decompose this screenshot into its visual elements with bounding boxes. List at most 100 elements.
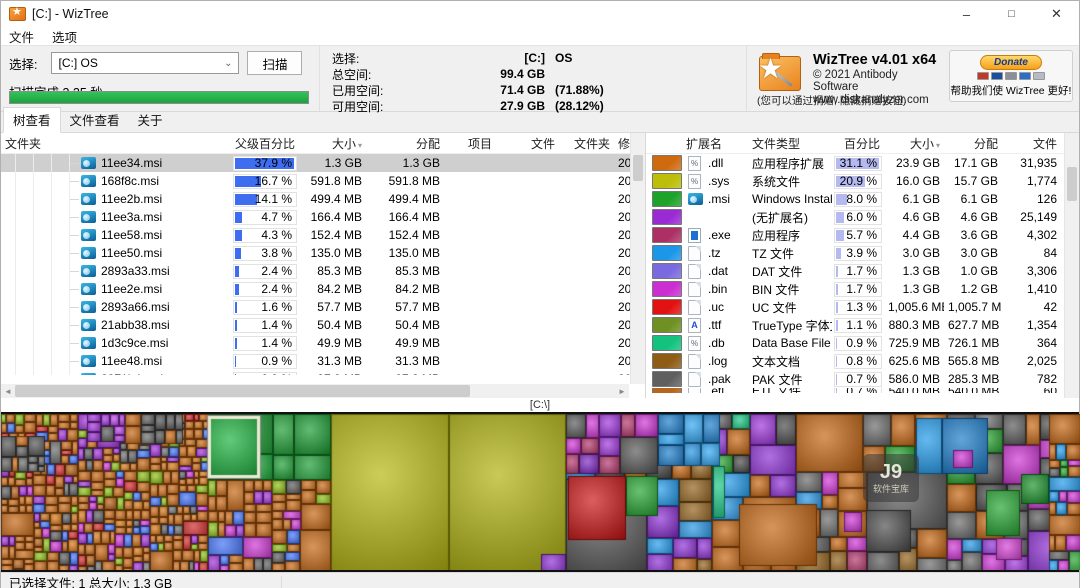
col-size[interactable]: 大小▾ xyxy=(299,135,366,152)
alloc-value: 15.7 GB xyxy=(944,174,1002,188)
list-item[interactable]: %.dbData Base File0.9 %725.9 MB726.1 MB3… xyxy=(646,334,1079,352)
treemap-color-swatch xyxy=(652,299,682,315)
wiztree-window: [C:] - WizTree – □ ✕ 文件 选项 选择: [C:] OS ⌄… xyxy=(0,0,1080,588)
file-name: 2871b4.msi xyxy=(101,372,163,375)
wiztree-logo-icon: ★ xyxy=(757,53,803,95)
list-item[interactable]: .msiWindows Installer8.0 %6.1 GB6.1 GB12… xyxy=(646,190,1079,208)
table-row[interactable]: 168f8c.msi16.7 %591.8 MB591.8 MB2021 xyxy=(1,172,645,190)
close-button[interactable]: ✕ xyxy=(1034,1,1079,27)
table-row[interactable]: 1d3c9ce.msi1.4 %49.9 MB49.9 MB2021 xyxy=(1,334,645,352)
list-item[interactable]: (无扩展名)6.0 %4.6 GB4.6 GB25,149 xyxy=(646,208,1079,226)
files-count: 3,306 xyxy=(1002,264,1061,278)
size-value: 1.3 GB xyxy=(884,282,944,296)
filetype-name: (无扩展名) xyxy=(748,209,832,226)
alloc-value: 152.4 MB xyxy=(366,228,444,242)
col-parent-percent[interactable]: 父级百分比 xyxy=(231,135,299,152)
col-folder[interactable]: 文件夹 xyxy=(1,135,231,152)
file-name: 11ee34.msi xyxy=(101,156,162,170)
treemap-color-swatch xyxy=(652,209,682,225)
tab-文件查看[interactable]: 文件查看 xyxy=(61,108,129,132)
scan-button[interactable]: 扫描 xyxy=(247,51,302,75)
filetype-name: DAT 文件 xyxy=(748,263,832,280)
size-value: 166.4 MB xyxy=(299,210,366,224)
list-item[interactable]: .datDAT 文件1.7 %1.3 GB1.0 GB3,306 xyxy=(646,262,1079,280)
doc-file-icon xyxy=(688,354,701,369)
free-space-value: 27.9 GB xyxy=(427,99,545,113)
size-value: 27.8 MB xyxy=(299,372,366,375)
table-row[interactable]: 11ee3a.msi4.7 %166.4 MB166.4 MB2021 xyxy=(1,208,645,226)
list-item[interactable]: %.sys系统文件20.9 %16.0 GB15.7 GB1,774 xyxy=(646,172,1079,190)
percent-value: 8.0 % xyxy=(846,192,881,206)
file-name: 11ee3a.msi xyxy=(101,210,162,224)
minimize-button[interactable]: – xyxy=(944,1,989,27)
filetype-name: TZ 文件 xyxy=(748,245,832,262)
col-ext-size[interactable]: 大小▾ xyxy=(884,135,944,152)
alloc-value: 540.0 MB xyxy=(944,388,1002,393)
size-value: 49.9 MB xyxy=(299,336,366,350)
extension-name: .msi xyxy=(704,192,748,206)
list-item[interactable]: .etlETL 文件0.7 %540.0 MB540.0 MB60 xyxy=(646,388,1079,393)
tab-关于[interactable]: 关于 xyxy=(129,108,172,132)
doc-file-icon xyxy=(688,246,701,261)
menu-file[interactable]: 文件 xyxy=(9,27,34,46)
table-row[interactable]: 2893a66.msi1.6 %57.7 MB57.7 MB2021 xyxy=(1,298,645,316)
extension-name: .tz xyxy=(704,246,748,260)
tree-vertical-scrollbar[interactable] xyxy=(630,133,645,384)
drive-select-value: [C:] OS xyxy=(58,56,97,70)
maximize-button[interactable]: □ xyxy=(989,1,1034,27)
donate-button[interactable]: Donate xyxy=(980,55,1042,70)
file-name: 1d3c9ce.msi xyxy=(101,336,168,350)
list-item[interactable]: %.dll应用程序扩展31.1 %23.9 GB17.1 GB31,935 xyxy=(646,154,1079,172)
select-label: 选择: xyxy=(9,54,37,73)
list-item[interactable]: .ucUC 文件1.3 %1,005.6 MB1,005.7 MB42 xyxy=(646,298,1079,316)
tree-horizontal-scrollbar[interactable]: ◄ ► xyxy=(1,384,629,398)
treemap[interactable]: J9 软件宝库 xyxy=(1,412,1079,572)
list-item[interactable]: A.ttfTrueType 字体文件1.1 %880.3 MB627.7 MB1… xyxy=(646,316,1079,334)
files-count: 4,302 xyxy=(1002,228,1061,242)
percent-value: 20.9 % xyxy=(840,174,881,188)
percent-value: 0.8 % xyxy=(846,354,881,368)
col-folders[interactable]: 文件夹 xyxy=(559,135,614,152)
table-row[interactable]: 11ee50.msi3.8 %135.0 MB135.0 MB2021 xyxy=(1,244,645,262)
msi-file-icon xyxy=(81,265,96,277)
table-row[interactable]: 21abb38.msi1.4 %50.4 MB50.4 MB2021 xyxy=(1,316,645,334)
table-row[interactable]: 2893a33.msi2.4 %85.3 MB85.3 MB2021 xyxy=(1,262,645,280)
col-extension[interactable]: 扩展名 xyxy=(682,135,748,152)
table-row[interactable]: 11ee48.msi0.9 %31.3 MB31.3 MB2021 xyxy=(1,352,645,370)
col-alloc[interactable]: 分配 xyxy=(366,135,444,152)
list-item[interactable]: .binBIN 文件1.7 %1.3 GB1.2 GB1,410 xyxy=(646,280,1079,298)
treemap-root-label: [C:\] xyxy=(1,398,1079,412)
list-item[interactable]: .tzTZ 文件3.9 %3.0 GB3.0 GB84 xyxy=(646,244,1079,262)
col-filetype[interactable]: 文件类型 xyxy=(748,135,832,152)
alloc-value: 3.0 GB xyxy=(944,246,1002,260)
filetype-name: 应用程序扩展 xyxy=(748,155,832,172)
table-row[interactable]: 11ee2b.msi14.1 %499.4 MB499.4 MB2021 xyxy=(1,190,645,208)
list-item[interactable]: .log文本文档0.8 %625.6 MB565.8 MB2,025 xyxy=(646,352,1079,370)
file-name: 21abb38.msi xyxy=(101,318,170,332)
file-name: 2893a66.msi xyxy=(101,300,170,314)
ext-vertical-scrollbar[interactable] xyxy=(1064,133,1079,398)
disc-file-icon xyxy=(688,193,703,205)
total-space-label: 总空间: xyxy=(332,66,427,83)
table-row[interactable]: 2871b4.msi0.9 %27.8 MB27.8 MB2021 xyxy=(1,370,645,375)
table-row[interactable]: 11ee58.msi4.3 %152.4 MB152.4 MB2021 xyxy=(1,226,645,244)
table-row[interactable]: 11ee34.msi37.9 %1.3 GB1.3 GB2021 xyxy=(1,154,645,172)
file-name: 11ee2e.msi xyxy=(101,282,162,296)
drive-select[interactable]: [C:] OS ⌄ xyxy=(51,52,239,74)
col-percent[interactable]: 百分比 xyxy=(832,135,884,152)
percent-value: 0.7 % xyxy=(846,372,881,386)
list-item[interactable]: .exe应用程序5.7 %4.4 GB3.6 GB4,302 xyxy=(646,226,1079,244)
filetype-name: PAK 文件 xyxy=(748,371,832,388)
col-ext-files[interactable]: 文件 xyxy=(1002,135,1061,152)
col-files[interactable]: 文件 xyxy=(496,135,559,152)
table-row[interactable]: 11ee2e.msi2.4 %84.2 MB84.2 MB2021 xyxy=(1,280,645,298)
percent-value: 1.4 % xyxy=(261,336,296,350)
menu-options[interactable]: 选项 xyxy=(52,27,77,46)
alloc-value: 31.3 MB xyxy=(366,354,444,368)
col-items[interactable]: 项目 xyxy=(444,135,496,152)
files-count: 1,410 xyxy=(1002,282,1061,296)
col-ext-alloc[interactable]: 分配 xyxy=(944,135,1002,152)
extension-name: .ttf xyxy=(704,318,748,332)
list-item[interactable]: .pakPAK 文件0.7 %586.0 MB285.3 MB782 xyxy=(646,370,1079,388)
alloc-value: 1.3 GB xyxy=(366,156,444,170)
